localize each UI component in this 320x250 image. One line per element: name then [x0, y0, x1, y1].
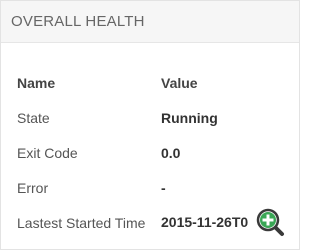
row-label-exit-code: Exit Code	[17, 144, 78, 161]
row-value-latest-started-time: 2015-11-26T0	[161, 213, 249, 230]
row-label-error: Error	[17, 179, 49, 196]
row-value-state: Running	[161, 109, 218, 126]
overall-health-panel: OVERALL HEALTH Name Value State Running …	[0, 0, 300, 250]
table-header-row: Name Value	[1, 65, 299, 100]
zoom-in-icon	[256, 208, 284, 236]
column-header-name: Name	[17, 74, 56, 91]
table-row-state: State Running	[1, 100, 299, 135]
row-value-error: -	[161, 179, 166, 196]
table-row-exit-code: Exit Code 0.0	[1, 135, 299, 170]
table-row-error: Error -	[1, 170, 299, 205]
row-value-latest-started-time-container: 2015-11-26T0	[161, 214, 249, 232]
panel-title: OVERALL HEALTH	[11, 13, 145, 30]
panel-header: OVERALL HEALTH	[1, 1, 299, 43]
row-value-exit-code: 0.0	[161, 144, 181, 161]
zoom-in-button[interactable]	[251, 203, 289, 241]
row-label-state: State	[17, 109, 50, 126]
column-header-value: Value	[161, 74, 198, 91]
row-label-latest-started-time: Lastest Started Time	[17, 214, 146, 231]
